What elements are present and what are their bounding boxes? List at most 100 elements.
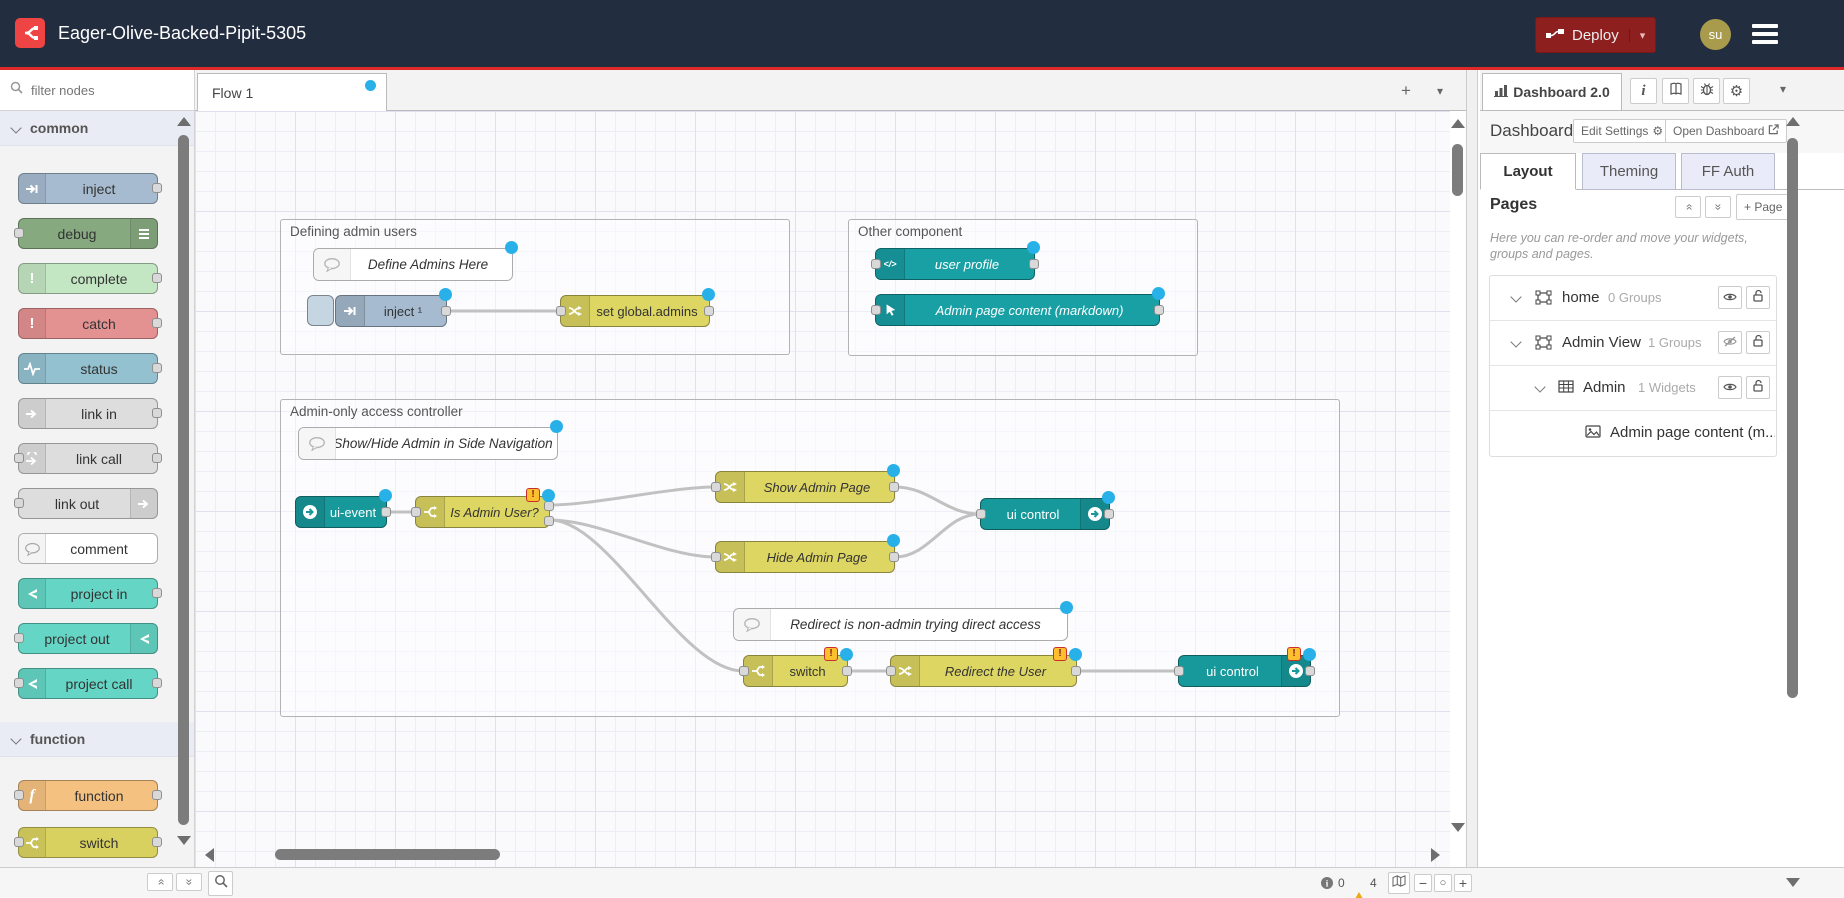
open-dashboard-button[interactable]: Open Dashboard <box>1665 119 1787 143</box>
output-port[interactable] <box>1029 259 1039 269</box>
comment-node-show-hide-admin[interactable]: Show/Hide Admin in Side Navigation <box>298 427 558 460</box>
output-port[interactable] <box>1305 666 1315 676</box>
output-port[interactable] <box>152 273 162 283</box>
output-port[interactable] <box>842 666 852 676</box>
palette-node-link-out[interactable]: link out <box>18 488 158 519</box>
output-port[interactable] <box>152 408 162 418</box>
lock-button[interactable] <box>1746 286 1770 309</box>
palette-node-project-out[interactable]: project out <box>18 623 158 654</box>
ui-control-node-bottom[interactable]: ui control ! <box>1178 655 1311 687</box>
input-port[interactable] <box>886 666 896 676</box>
input-port[interactable] <box>14 498 24 508</box>
palette-node-status[interactable]: status <box>18 353 158 384</box>
sidebar-tab-dashboard[interactable]: Dashboard 2.0 <box>1482 73 1622 111</box>
output-port[interactable] <box>1104 509 1114 519</box>
sidebar-scroll-up[interactable] <box>1786 117 1800 126</box>
palette-node-function[interactable]: f function <box>18 780 158 811</box>
input-port[interactable] <box>14 633 24 643</box>
info-tab-button[interactable]: i <box>1630 78 1657 104</box>
canvas-scroll-right[interactable] <box>1431 848 1440 862</box>
palette-node-project-call[interactable]: project call <box>18 668 158 699</box>
tab-layout[interactable]: Layout <box>1480 153 1576 190</box>
lock-button[interactable] <box>1746 331 1770 354</box>
comment-node-redirect[interactable]: Redirect is non-admin trying direct acce… <box>733 608 1068 641</box>
input-port[interactable] <box>711 552 721 562</box>
add-page-button[interactable]: + Page <box>1736 194 1790 220</box>
debug-tab-button[interactable] <box>1693 78 1720 104</box>
output-port[interactable] <box>152 453 162 463</box>
flow-tab[interactable]: Flow 1 <box>197 73 387 111</box>
chevron-down-icon[interactable] <box>1534 381 1545 392</box>
template-node-admin-page-content[interactable]: Admin page content (markdown) <box>875 294 1160 326</box>
palette-scroll-up[interactable] <box>177 117 191 126</box>
collapse-all-button[interactable]: » <box>1675 196 1701 218</box>
input-port[interactable] <box>739 666 749 676</box>
chevron-down-icon[interactable] <box>1510 336 1521 347</box>
input-port[interactable] <box>411 507 421 517</box>
help-tab-button[interactable] <box>1662 78 1689 104</box>
output-port[interactable] <box>152 183 162 193</box>
group-other-component[interactable]: Other component <box>848 219 1198 356</box>
zoom-reset-button[interactable]: ○ <box>1434 874 1452 892</box>
tree-row-admin-widget[interactable]: Admin page content (m... <box>1490 411 1776 456</box>
output-port[interactable] <box>152 318 162 328</box>
zoom-in-button[interactable]: + <box>1454 874 1472 892</box>
palette-node-switch[interactable]: switch <box>18 827 158 858</box>
output-port[interactable] <box>441 306 451 316</box>
change-node-redirect-the-user[interactable]: Redirect the User ! <box>890 655 1077 687</box>
switch-node-bottom[interactable]: switch ! <box>743 655 848 687</box>
canvas-search-button[interactable] <box>208 871 233 896</box>
add-flow-button[interactable]: + <box>1395 80 1417 102</box>
deploy-caret[interactable]: ▾ <box>1629 29 1656 42</box>
visibility-button[interactable] <box>1718 331 1742 354</box>
input-port[interactable] <box>711 482 721 492</box>
config-tab-button[interactable]: ⚙ <box>1723 78 1750 104</box>
input-port[interactable] <box>14 837 24 847</box>
sidebar-scroll-down[interactable] <box>1786 878 1800 887</box>
output-port[interactable] <box>152 678 162 688</box>
edit-settings-button[interactable]: Edit Settings ⚙ <box>1573 119 1671 143</box>
canvas-scroll-left[interactable] <box>205 848 214 862</box>
group-defining-admin-users[interactable]: Defining admin users <box>280 219 790 355</box>
output-port[interactable] <box>1071 666 1081 676</box>
flow-canvas[interactable]: Defining admin users Other component Adm… <box>195 111 1450 867</box>
lock-button[interactable] <box>1746 376 1770 399</box>
user-avatar[interactable]: su <box>1700 19 1731 50</box>
change-node-hide-admin-page[interactable]: Hide Admin Page <box>715 541 895 573</box>
change-node-set-global-admins[interactable]: set global.admins <box>560 295 710 327</box>
sidebar-scrollbar-thumb[interactable] <box>1787 138 1798 698</box>
input-port[interactable] <box>14 453 24 463</box>
input-port[interactable] <box>14 228 24 238</box>
palette-collapse-all-button[interactable]: » <box>147 873 173 891</box>
input-port[interactable] <box>976 509 986 519</box>
expand-all-button[interactable]: » <box>1705 196 1731 218</box>
tree-row-admin-view[interactable]: Admin View 1 Groups <box>1490 321 1776 366</box>
output-port-1[interactable] <box>544 501 554 511</box>
palette-node-link-call[interactable]: link call <box>18 443 158 474</box>
palette-filter-input[interactable] <box>29 82 173 99</box>
output-port[interactable] <box>1154 305 1164 315</box>
template-node-user-profile[interactable]: </> user profile <box>875 248 1035 280</box>
canvas-scroll-down[interactable] <box>1451 823 1465 832</box>
output-port[interactable] <box>152 363 162 373</box>
tree-row-home[interactable]: home 0 Groups <box>1490 276 1776 321</box>
canvas-vscroll-thumb[interactable] <box>1452 144 1463 196</box>
palette-node-catch[interactable]: ! catch <box>18 308 158 339</box>
output-port[interactable] <box>381 507 391 517</box>
visibility-button[interactable] <box>1718 376 1742 399</box>
tree-row-admin-group[interactable]: Admin 1 Widgets <box>1490 366 1776 411</box>
inject-trigger-button[interactable] <box>307 295 334 326</box>
sidebar-divider[interactable] <box>1466 70 1478 867</box>
output-port[interactable] <box>152 790 162 800</box>
palette-node-inject[interactable]: inject <box>18 173 158 204</box>
change-node-show-admin-page[interactable]: Show Admin Page <box>715 471 895 503</box>
canvas-hscroll-thumb[interactable] <box>275 849 500 860</box>
palette-scroll-down[interactable] <box>177 836 191 845</box>
output-port-2[interactable] <box>544 516 554 526</box>
palette-scrollbar-thumb[interactable] <box>178 135 189 825</box>
palette-category-common[interactable]: common <box>0 111 195 146</box>
palette-category-function[interactable]: function <box>0 722 195 757</box>
palette-expand-all-button[interactable]: » <box>176 873 202 891</box>
output-port[interactable] <box>889 552 899 562</box>
output-port[interactable] <box>152 837 162 847</box>
